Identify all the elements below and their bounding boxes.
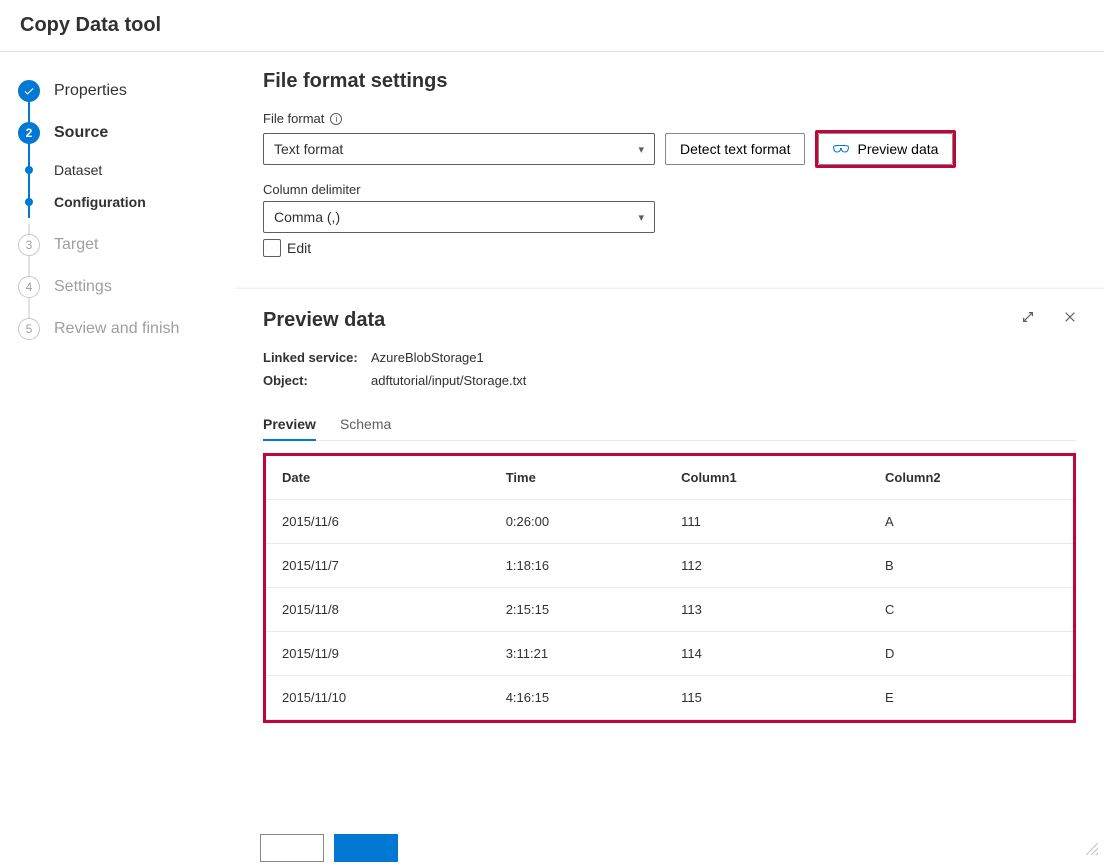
table-cell: 111 xyxy=(665,500,869,544)
main-content: File format settings File format i Text … xyxy=(235,52,1104,866)
table-cell: 112 xyxy=(665,544,869,588)
edit-label: Edit xyxy=(287,240,311,256)
substep-label: Dataset xyxy=(54,162,102,178)
section-title: File format settings xyxy=(263,70,1076,93)
column-delimiter-select[interactable]: Comma (,) ▾ xyxy=(263,201,655,233)
select-value: Text format xyxy=(274,141,343,157)
file-format-label: File format i xyxy=(263,111,1076,126)
table-row: 2015/11/60:26:00111A xyxy=(266,500,1073,544)
step-number-icon: 3 xyxy=(18,234,40,256)
check-icon xyxy=(18,80,40,102)
table-cell: 0:26:00 xyxy=(490,500,665,544)
step-label: Target xyxy=(54,236,98,254)
column-delimiter-label: Column delimiter xyxy=(263,182,1076,197)
table-row: 2015/11/82:15:15113C xyxy=(266,588,1073,632)
step-number-icon: 2 xyxy=(18,122,40,144)
next-button[interactable] xyxy=(334,834,398,862)
dot-icon xyxy=(25,166,33,174)
table-header: Time xyxy=(490,456,665,500)
linked-service-row: Linked service: AzureBlobStorage1 xyxy=(263,350,1076,365)
table-cell: 2015/11/7 xyxy=(266,544,490,588)
table-cell: 2015/11/10 xyxy=(266,676,490,720)
substep-dataset[interactable]: Dataset xyxy=(18,154,235,186)
step-label: Settings xyxy=(54,278,112,296)
table-cell: 114 xyxy=(665,632,869,676)
table-cell: 113 xyxy=(665,588,869,632)
table-cell: 2015/11/9 xyxy=(266,632,490,676)
table-cell: 115 xyxy=(665,676,869,720)
info-icon[interactable]: i xyxy=(330,113,342,125)
tab-schema[interactable]: Schema xyxy=(340,408,391,440)
expand-icon[interactable] xyxy=(1016,305,1040,329)
preview-icon xyxy=(833,142,849,157)
panel-title: Preview data xyxy=(263,309,1076,332)
table-header: Column1 xyxy=(665,456,869,500)
table-cell: A xyxy=(869,500,1073,544)
dot-icon xyxy=(25,198,33,206)
table-row: 2015/11/71:18:16112B xyxy=(266,544,1073,588)
tab-preview[interactable]: Preview xyxy=(263,408,316,440)
step-settings[interactable]: 4 Settings xyxy=(18,266,235,308)
chevron-down-icon: ▾ xyxy=(638,143,644,156)
table-cell: B xyxy=(869,544,1073,588)
footer-buttons xyxy=(260,834,398,862)
step-label: Properties xyxy=(54,82,127,100)
preview-panel: Preview data Linked service: AzureBlobSt… xyxy=(235,288,1104,866)
table-cell: D xyxy=(869,632,1073,676)
previous-button[interactable] xyxy=(260,834,324,862)
substep-configuration[interactable]: Configuration xyxy=(18,186,235,218)
table-cell: C xyxy=(869,588,1073,632)
step-properties[interactable]: Properties xyxy=(18,70,235,112)
step-review[interactable]: 5 Review and finish xyxy=(18,308,235,350)
chevron-down-icon: ▾ xyxy=(638,211,644,224)
preview-table: DateTimeColumn1Column2 2015/11/60:26:001… xyxy=(266,456,1073,720)
preview-data-button[interactable]: Preview data xyxy=(818,133,953,165)
table-header: Column2 xyxy=(869,456,1073,500)
object-row: Object: adftutorial/input/Storage.txt xyxy=(263,373,1076,388)
substep-label: Configuration xyxy=(54,194,146,210)
table-cell: E xyxy=(869,676,1073,720)
step-number-icon: 5 xyxy=(18,318,40,340)
table-row: 2015/11/93:11:21114D xyxy=(266,632,1073,676)
step-number-icon: 4 xyxy=(18,276,40,298)
table-header: Date xyxy=(266,456,490,500)
close-icon[interactable] xyxy=(1058,305,1082,329)
table-cell: 2015/11/8 xyxy=(266,588,490,632)
edit-checkbox[interactable] xyxy=(263,239,281,257)
table-cell: 2:15:15 xyxy=(490,588,665,632)
preview-table-highlight: DateTimeColumn1Column2 2015/11/60:26:001… xyxy=(263,453,1076,723)
step-label: Review and finish xyxy=(54,320,179,338)
resize-handle-icon[interactable] xyxy=(1084,839,1098,860)
step-target[interactable]: 3 Target xyxy=(18,224,235,266)
step-label: Source xyxy=(54,124,108,142)
table-cell: 4:16:15 xyxy=(490,676,665,720)
select-value: Comma (,) xyxy=(274,209,340,225)
page-title: Copy Data tool xyxy=(0,0,1104,52)
detect-format-button[interactable]: Detect text format xyxy=(665,133,805,165)
table-cell: 3:11:21 xyxy=(490,632,665,676)
wizard-sidebar: Properties 2 Source Dataset Configuratio… xyxy=(0,52,235,866)
table-cell: 1:18:16 xyxy=(490,544,665,588)
table-cell: 2015/11/6 xyxy=(266,500,490,544)
step-source[interactable]: 2 Source xyxy=(18,112,235,154)
table-row: 2015/11/104:16:15115E xyxy=(266,676,1073,720)
file-format-select[interactable]: Text format ▾ xyxy=(263,133,655,165)
